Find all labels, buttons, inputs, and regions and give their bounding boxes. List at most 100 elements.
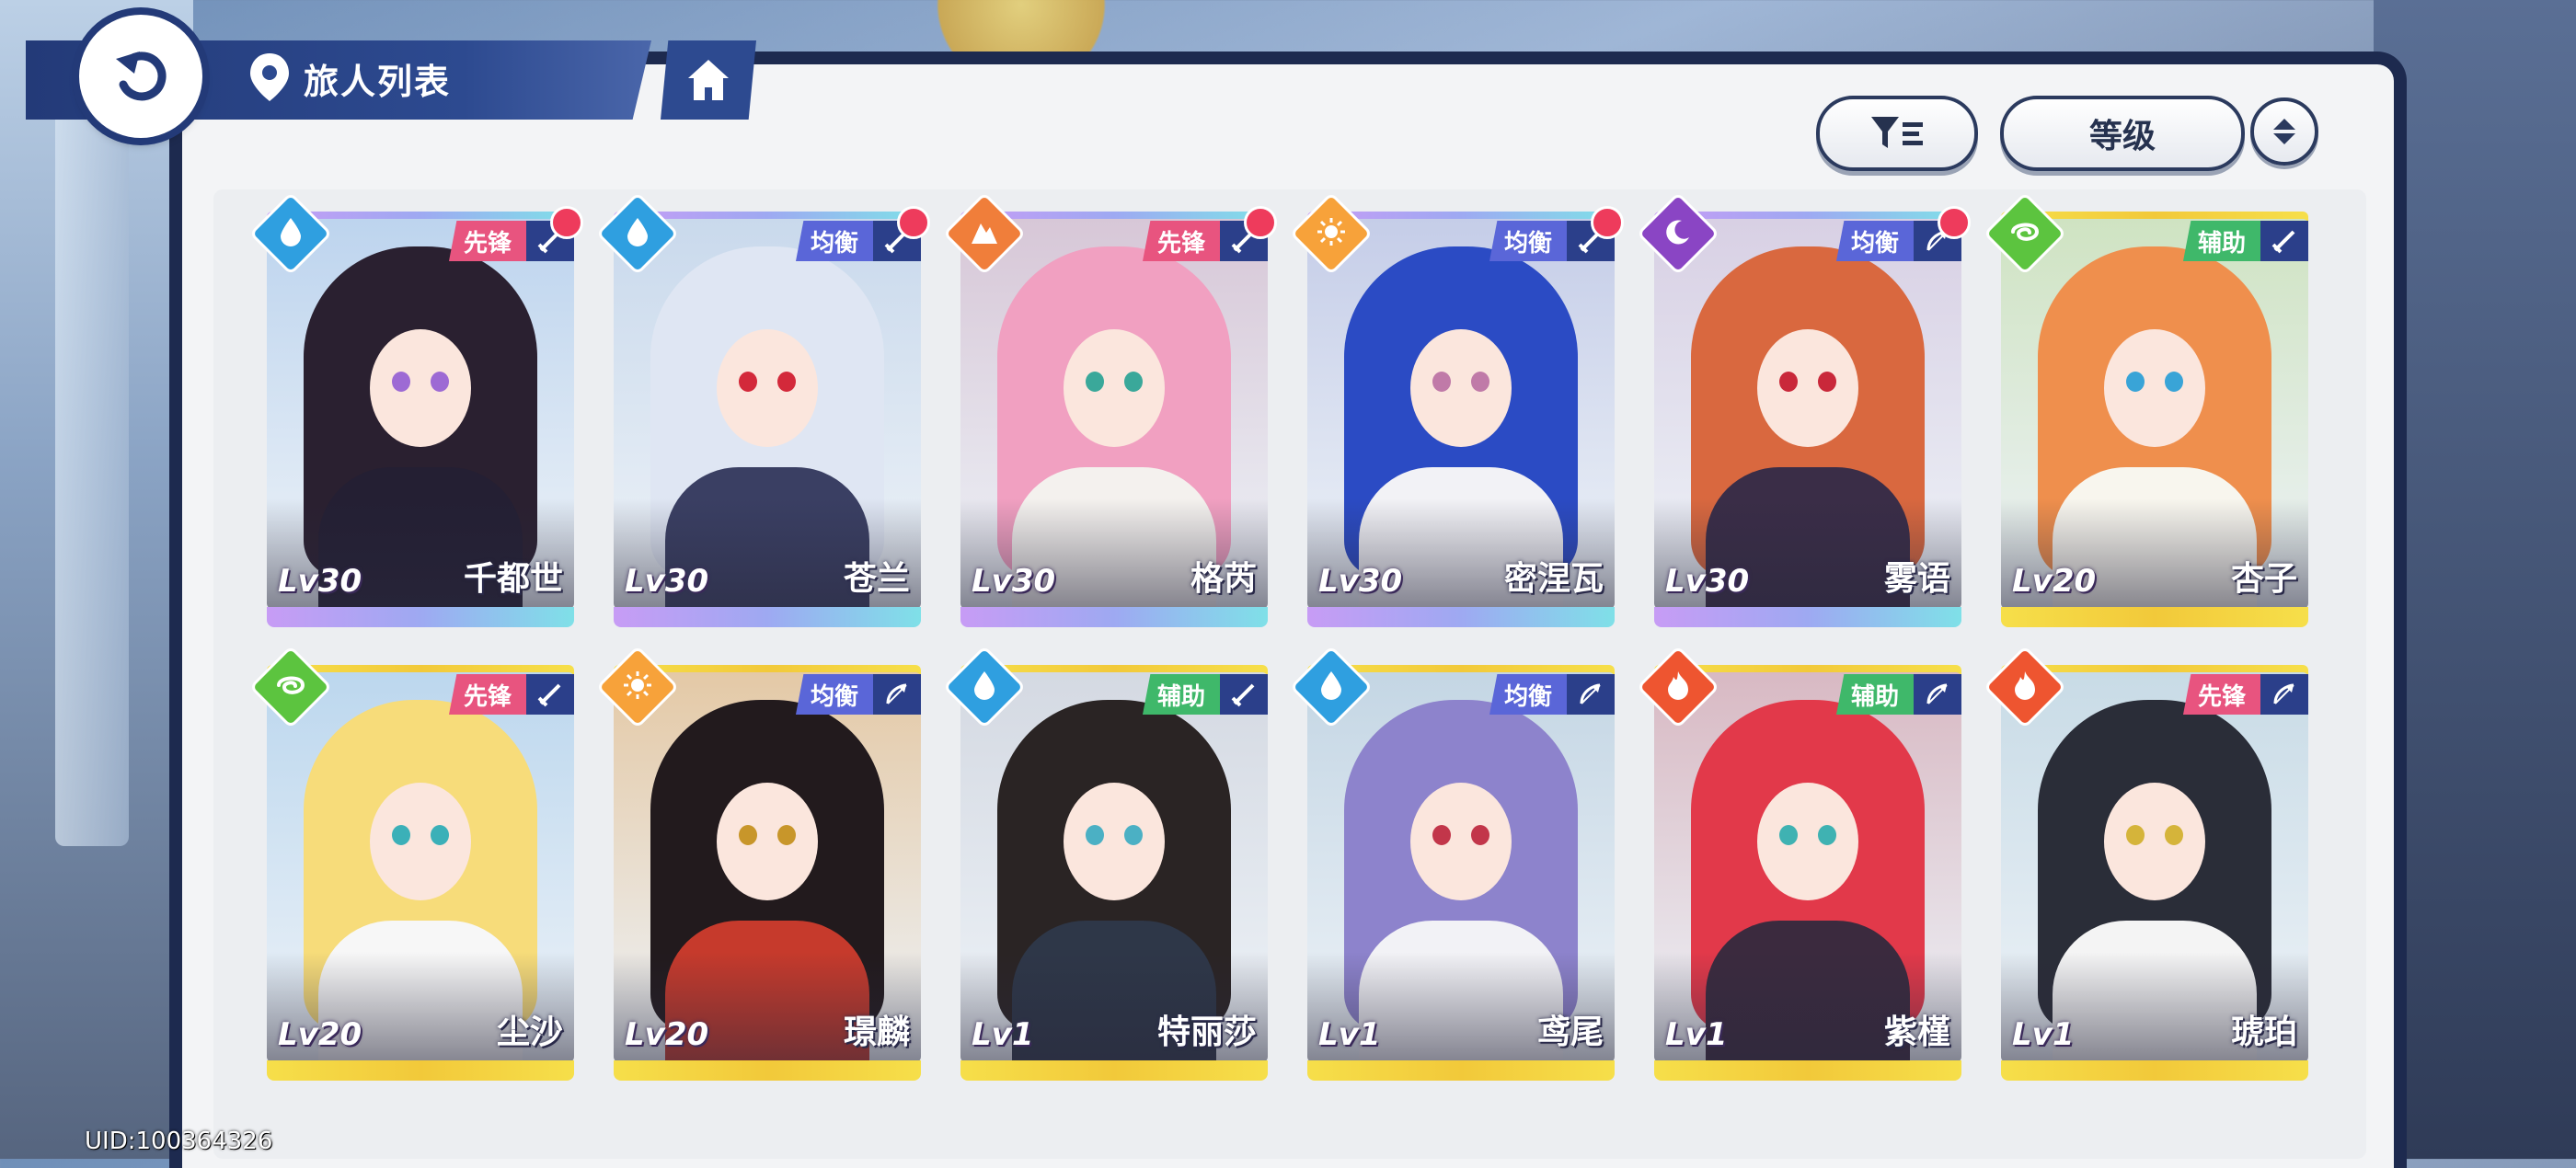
background-pillar (55, 110, 129, 846)
rarity-bottom-bar (960, 1060, 1268, 1081)
role-badge: 辅助 (1835, 674, 1914, 715)
character-level: Lv1 (1665, 1016, 1728, 1053)
sword-icon (1220, 674, 1268, 715)
character-portrait (2001, 672, 2308, 1062)
arrow-down-icon (2273, 133, 2295, 144)
background-right (2374, 0, 2576, 1159)
role-badge: 辅助 (2182, 221, 2260, 261)
character-name: 密涅瓦 (1503, 560, 1604, 598)
role-badge: 均衡 (795, 674, 873, 715)
character-card[interactable]: 先锋 Lv1 琥珀 (1983, 645, 2308, 1081)
character-portrait (614, 672, 921, 1062)
character-card[interactable]: 先锋 Lv30 格芮 (942, 191, 1277, 627)
rarity-bottom-bar (2001, 1060, 2308, 1081)
role-badge: 均衡 (1835, 221, 1914, 261)
character-portrait (2001, 219, 2308, 609)
character-name: 紫槿 (1883, 1013, 1950, 1051)
sort-button[interactable]: 等级 (2000, 96, 2245, 171)
character-level: Lv20 (278, 1016, 362, 1053)
bow-icon (873, 674, 921, 715)
back-button[interactable] (79, 15, 202, 138)
character-card[interactable]: 均衡 Lv30 密涅瓦 (1289, 191, 1624, 627)
character-grid: 先锋 Lv30 千都世 均衡 Lv30 苍兰 先锋 Lv30 格芮 均衡 Lv3… (248, 191, 2320, 1085)
rarity-bottom-bar (2001, 607, 2308, 627)
character-name: 格芮 (1190, 560, 1257, 598)
location-pin-icon (248, 52, 291, 107)
new-notification-dot (897, 206, 930, 239)
new-notification-dot (1244, 206, 1277, 239)
home-button[interactable] (661, 40, 756, 120)
arrow-up-icon (2273, 119, 2295, 130)
character-level: Lv1 (1318, 1016, 1381, 1053)
home-icon (688, 60, 729, 100)
character-name: 琥珀 (2230, 1013, 2297, 1051)
character-name: 璟麟 (843, 1013, 910, 1051)
character-portrait (1307, 219, 1615, 609)
filter-icon (1871, 117, 1923, 148)
character-name: 鸢尾 (1536, 1013, 1604, 1051)
character-name: 雾语 (1883, 560, 1950, 598)
role-badge: 先锋 (2182, 674, 2260, 715)
rarity-bottom-bar (267, 607, 574, 627)
character-portrait (267, 672, 574, 1062)
character-name: 特丽莎 (1156, 1013, 1257, 1051)
character-card[interactable]: 均衡 Lv20 璟麟 (595, 645, 921, 1081)
new-notification-dot (550, 206, 583, 239)
character-card[interactable]: 均衡 Lv1 鸢尾 (1289, 645, 1615, 1081)
page-title: 旅人列表 (304, 62, 452, 102)
rarity-bottom-bar (267, 1060, 574, 1081)
character-name: 千都世 (463, 560, 563, 598)
character-portrait (960, 219, 1268, 609)
character-level: Lv30 (278, 563, 362, 600)
character-level: Lv30 (972, 563, 1056, 600)
character-level: Lv30 (1318, 563, 1403, 600)
character-level: Lv30 (625, 563, 709, 600)
new-notification-dot (1591, 206, 1624, 239)
sort-order-toggle[interactable] (2250, 97, 2318, 166)
new-notification-dot (1938, 206, 1971, 239)
character-card[interactable]: 先锋 Lv30 千都世 (248, 191, 583, 627)
character-level: Lv30 (1665, 563, 1750, 600)
rarity-bottom-bar (614, 1060, 921, 1081)
character-portrait (1307, 672, 1615, 1062)
rarity-bottom-bar (1654, 607, 1961, 627)
character-level: Lv1 (2012, 1016, 2075, 1053)
role-badge: 辅助 (1142, 674, 1220, 715)
character-name: 尘沙 (496, 1013, 563, 1051)
rarity-bottom-bar (1654, 1060, 1961, 1081)
role-badge: 先锋 (1142, 221, 1220, 261)
character-card[interactable]: 辅助 Lv20 杏子 (1983, 191, 2308, 627)
character-card[interactable]: 均衡 Lv30 雾语 (1636, 191, 1971, 627)
character-level: Lv20 (2012, 563, 2097, 600)
uid-label: UID:100364326 (85, 1128, 273, 1155)
bow-icon (2260, 674, 2308, 715)
filter-button[interactable] (1816, 96, 1978, 171)
role-badge: 先锋 (448, 674, 526, 715)
character-name: 苍兰 (843, 560, 910, 598)
sword-icon (2260, 221, 2308, 261)
character-name: 杏子 (2230, 560, 2297, 598)
character-card[interactable]: 先锋 Lv20 尘沙 (248, 645, 574, 1081)
role-badge: 均衡 (1489, 221, 1567, 261)
character-card[interactable]: 辅助 Lv1 紫槿 (1636, 645, 1961, 1081)
background-orb (920, 0, 1122, 64)
character-portrait (1654, 219, 1961, 609)
rarity-bottom-bar (1307, 1060, 1615, 1081)
rarity-bottom-bar (960, 607, 1268, 627)
character-portrait (1654, 672, 1961, 1062)
bow-icon (1914, 674, 1961, 715)
rarity-bottom-bar (1307, 607, 1615, 627)
character-card[interactable]: 均衡 Lv30 苍兰 (595, 191, 930, 627)
bow-icon (1567, 674, 1615, 715)
character-card[interactable]: 辅助 Lv1 特丽莎 (942, 645, 1268, 1081)
character-level: Lv20 (625, 1016, 709, 1053)
character-portrait (267, 219, 574, 609)
role-badge: 先锋 (448, 221, 526, 261)
rarity-bottom-bar (614, 607, 921, 627)
character-portrait (614, 219, 921, 609)
role-badge: 均衡 (1489, 674, 1567, 715)
back-arrow-icon (116, 52, 167, 101)
character-portrait (960, 672, 1268, 1062)
role-badge: 均衡 (795, 221, 873, 261)
character-level: Lv1 (972, 1016, 1034, 1053)
